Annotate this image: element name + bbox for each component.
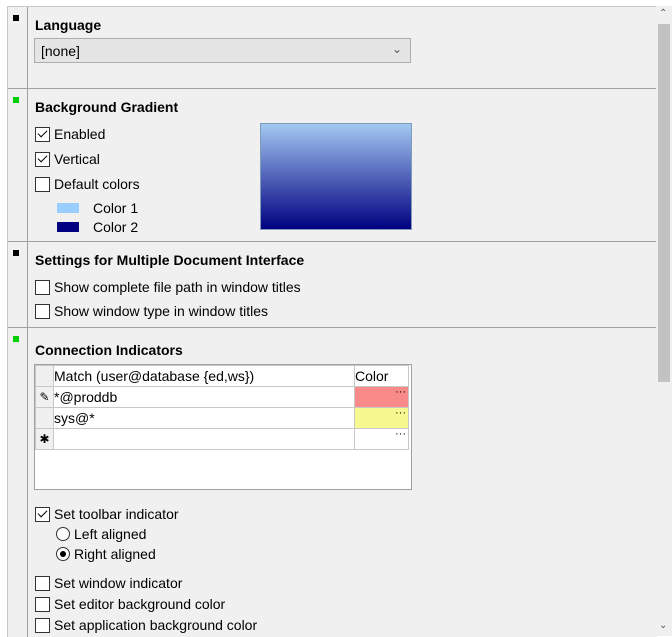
set-toolbar-indicator-label: Set toolbar indicator [54, 506, 179, 522]
check-icon [37, 507, 48, 518]
table-row[interactable]: ✎ *@proddb ··· [35, 386, 409, 408]
section-title: Language [35, 17, 102, 33]
gradient-preview [260, 123, 412, 230]
scrollbar-thumb[interactable] [658, 24, 670, 382]
enabled-label: Enabled [54, 126, 106, 142]
radio-circle[interactable] [56, 547, 70, 561]
color2-swatch[interactable] [57, 222, 79, 232]
ellipsis-button[interactable]: ··· [395, 408, 406, 419]
section-title: Connection Indicators [35, 342, 183, 358]
table-row[interactable]: sys@* ··· [35, 407, 409, 429]
pencil-icon: ✎ [35, 386, 54, 408]
table-row-new[interactable]: ✱ ··· [35, 428, 409, 450]
column-header-color[interactable]: Color [354, 365, 409, 387]
section-title: Background Gradient [35, 99, 179, 115]
match-cell[interactable]: *@proddb [53, 386, 355, 408]
color1-swatch[interactable] [57, 203, 79, 213]
language-select-value: [none] [41, 43, 80, 59]
section-language: Language [none] ⌄ [8, 7, 657, 89]
checkbox-box[interactable] [35, 596, 50, 612]
match-cell[interactable]: sys@* [53, 407, 355, 429]
preferences-panel: Language [none] ⌄ Background Gradient En… [7, 6, 657, 637]
radio-circle[interactable] [56, 527, 70, 541]
color-cell-new[interactable]: ··· [354, 428, 409, 450]
language-select[interactable]: [none] ⌄ [34, 38, 411, 63]
checkbox-box[interactable] [35, 303, 50, 319]
set-window-indicator-label: Set window indicator [54, 575, 183, 591]
color1-label: Color 1 [93, 200, 139, 216]
left-aligned-label: Left aligned [74, 526, 147, 542]
show-full-path-checkbox[interactable]: Show complete file path in window titles [35, 278, 301, 296]
match-cell-new[interactable] [53, 428, 355, 450]
ellipsis-button[interactable]: ··· [395, 387, 406, 398]
row-header [35, 407, 54, 429]
set-editor-bg-label: Set editor background color [54, 596, 226, 612]
check-icon [37, 152, 48, 163]
vertical-scrollbar[interactable]: ⌃ ⌄ [656, 6, 672, 636]
left-aligned-radio[interactable]: Left aligned [56, 525, 146, 543]
checkbox-box[interactable] [35, 506, 50, 522]
radio-dot [60, 551, 66, 557]
default-colors-label: Default colors [54, 176, 140, 192]
modified-marker [13, 15, 19, 21]
checkbox-box[interactable] [35, 279, 50, 295]
default-colors-checkbox[interactable]: Default colors [35, 175, 140, 193]
section-title: Settings for Multiple Document Interface [35, 252, 305, 268]
vertical-label: Vertical [54, 151, 100, 167]
chevron-up-icon[interactable]: ⌃ [659, 8, 667, 19]
color2-picker[interactable]: Color 2 [57, 219, 138, 235]
checkbox-box[interactable] [35, 617, 50, 633]
set-app-bg-label: Set application background color [54, 617, 258, 633]
checkbox-box[interactable] [35, 575, 50, 591]
set-editor-bg-checkbox[interactable]: Set editor background color [35, 595, 225, 613]
section-mdi-settings: Settings for Multiple Document Interface… [8, 242, 657, 328]
show-window-type-label: Show window type in window titles [54, 303, 268, 319]
modified-marker [13, 97, 19, 103]
right-aligned-radio[interactable]: Right aligned [56, 545, 156, 563]
chevron-down-icon[interactable]: ⌄ [659, 620, 667, 631]
column-header-match[interactable]: Match (user@database {ed,ws}) [53, 365, 355, 387]
ellipsis-button[interactable]: ··· [395, 429, 406, 440]
checkbox-box[interactable] [35, 176, 50, 192]
color-cell[interactable]: ··· [354, 407, 409, 429]
grid-corner [35, 365, 54, 387]
modified-marker [13, 250, 19, 256]
connection-grid[interactable]: Match (user@database {ed,ws}) Color ✎ *@… [34, 364, 412, 490]
modified-marker [13, 336, 19, 342]
show-full-path-label: Show complete file path in window titles [54, 279, 301, 295]
color2-label: Color 2 [93, 219, 139, 235]
vertical-checkbox[interactable]: Vertical [35, 150, 100, 168]
checkbox-box[interactable] [35, 126, 50, 142]
right-aligned-label: Right aligned [74, 546, 156, 562]
checkbox-box[interactable] [35, 151, 50, 167]
chevron-down-icon: ⌄ [391, 42, 402, 56]
show-window-type-checkbox[interactable]: Show window type in window titles [35, 302, 268, 320]
check-icon [37, 127, 48, 138]
set-window-indicator-checkbox[interactable]: Set window indicator [35, 574, 182, 592]
set-toolbar-indicator-checkbox[interactable]: Set toolbar indicator [35, 505, 179, 523]
color-cell[interactable]: ··· [354, 386, 409, 408]
color1-picker[interactable]: Color 1 [57, 200, 138, 216]
asterisk-icon: ✱ [35, 428, 54, 450]
set-app-bg-checkbox[interactable]: Set application background color [35, 616, 257, 634]
enabled-checkbox[interactable]: Enabled [35, 125, 105, 143]
